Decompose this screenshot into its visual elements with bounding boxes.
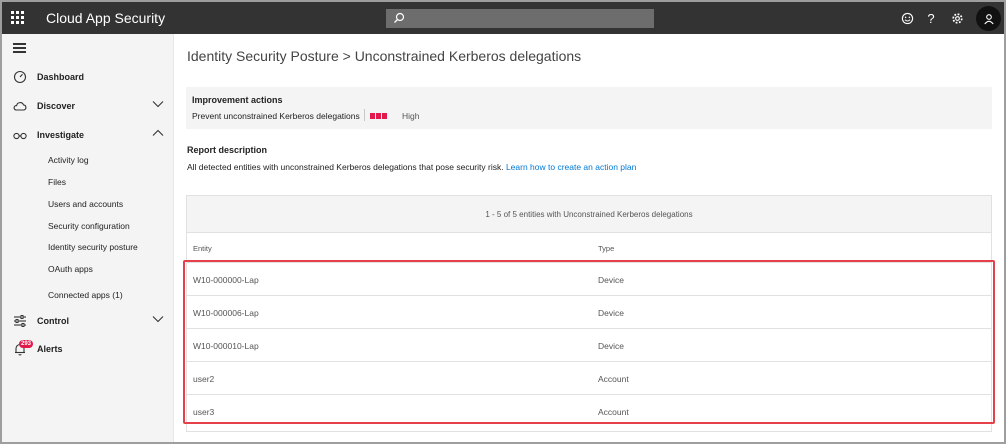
sidebar-item-dashboard[interactable]: Dashboard	[2, 66, 174, 88]
top-bar: Cloud App Security ?	[2, 2, 1004, 34]
report-description-text: All detected entities with unconstrained…	[187, 162, 636, 172]
alerts-count-badge: 293	[19, 340, 34, 348]
table-row[interactable]: user3 Account	[187, 394, 991, 427]
sidebar: Dashboard Discover Investigate Activity …	[2, 34, 174, 442]
sidebar-subitem-security-configuration[interactable]: Security configuration	[48, 221, 130, 231]
report-description-body: All detected entities with unconstrained…	[187, 162, 506, 172]
smiley-icon[interactable]	[898, 9, 916, 27]
sidebar-item-label: Control	[37, 316, 69, 326]
divider	[364, 109, 365, 121]
type-cell: Device	[598, 308, 624, 318]
sidebar-subitem-files[interactable]: Files	[48, 177, 66, 187]
search-input[interactable]	[386, 9, 654, 28]
sidebar-item-discover[interactable]: Discover	[2, 95, 174, 117]
hamburger-menu-icon[interactable]	[13, 43, 26, 53]
chevron-up-icon[interactable]	[152, 129, 164, 137]
table-row[interactable]: W10-000010-Lap Device	[187, 328, 991, 361]
sidebar-subitem-connected-apps[interactable]: Connected apps (1)	[48, 290, 123, 300]
sidebar-item-investigate[interactable]: Investigate	[2, 124, 174, 146]
glasses-icon	[13, 132, 27, 140]
chevron-down-icon[interactable]	[152, 315, 164, 323]
help-icon[interactable]: ?	[923, 9, 939, 27]
report-description-heading: Report description	[187, 145, 268, 155]
sidebar-item-label: Alerts	[37, 344, 63, 354]
severity-indicator-icon	[370, 113, 387, 119]
page-title: Identity Security Posture > Unconstraine…	[187, 48, 582, 64]
entity-cell: W10-000000-Lap	[193, 275, 259, 285]
chevron-down-icon[interactable]	[152, 100, 164, 108]
table-row[interactable]: user2 Account	[187, 361, 991, 394]
user-icon	[983, 13, 994, 24]
column-header-entity[interactable]: Entity	[193, 244, 212, 253]
app-title[interactable]: Cloud App Security	[46, 10, 165, 26]
improvement-action-text: Prevent unconstrained Kerberos delegatio…	[192, 111, 360, 121]
sliders-icon	[14, 315, 26, 327]
improvement-actions-panel: Improvement actions Prevent unconstraine…	[186, 87, 992, 129]
sidebar-item-control[interactable]: Control	[2, 310, 174, 332]
search-icon	[394, 12, 405, 23]
sidebar-subitem-identity-security-posture[interactable]: Identity security posture	[48, 242, 138, 252]
cloud-icon	[13, 102, 27, 111]
table-row[interactable]: W10-000006-Lap Device	[187, 295, 991, 328]
improvement-actions-heading: Improvement actions	[192, 95, 283, 105]
sidebar-item-alerts[interactable]: 293 Alerts	[2, 338, 174, 360]
type-cell: Device	[598, 341, 624, 351]
app-launcher-icon[interactable]	[11, 11, 25, 25]
gear-icon[interactable]	[948, 9, 966, 27]
type-cell: Account	[598, 374, 629, 384]
entity-cell: W10-000010-Lap	[193, 341, 259, 351]
user-avatar[interactable]	[976, 6, 1001, 31]
entity-cell: W10-000006-Lap	[193, 308, 259, 318]
sidebar-subitem-oauth-apps[interactable]: OAuth apps	[48, 264, 93, 274]
sidebar-subitem-activity-log[interactable]: Activity log	[48, 155, 89, 165]
type-cell: Account	[598, 407, 629, 417]
table-summary: 1 - 5 of 5 entities with Unconstrained K…	[187, 196, 991, 233]
sidebar-subitem-users-and-accounts[interactable]: Users and accounts	[48, 199, 123, 209]
table-row[interactable]: W10-000000-Lap Device	[187, 262, 991, 295]
entities-table: 1 - 5 of 5 entities with Unconstrained K…	[186, 195, 992, 432]
type-cell: Device	[598, 275, 624, 285]
learn-action-plan-link[interactable]: Learn how to create an action plan	[506, 162, 636, 172]
severity-label: High	[402, 111, 420, 121]
main-content: Identity Security Posture > Unconstraine…	[175, 34, 1004, 442]
sidebar-item-label: Dashboard	[37, 72, 85, 82]
sidebar-item-label: Investigate	[37, 130, 85, 140]
column-header-type[interactable]: Type	[598, 244, 614, 253]
dashboard-icon	[13, 70, 27, 84]
sidebar-item-label: Discover	[37, 101, 76, 111]
entity-cell: user2	[193, 374, 215, 384]
entity-cell: user3	[193, 407, 215, 417]
window-frame: Cloud App Security ? Dashboard Discover …	[0, 0, 1006, 444]
